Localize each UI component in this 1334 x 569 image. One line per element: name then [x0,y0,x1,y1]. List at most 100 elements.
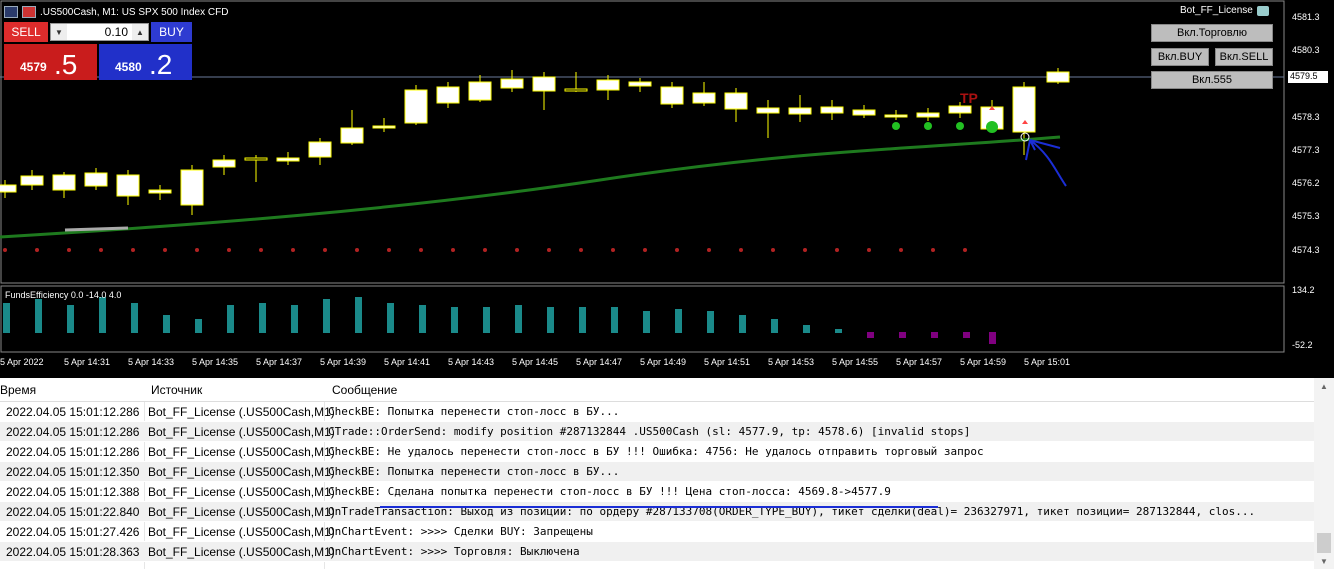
enable-555-button[interactable]: Вкл.555 [1151,71,1273,89]
candle-body [372,125,396,129]
time-tick-label: 5 Apr 14:43 [448,357,495,367]
moving-average-line [0,135,1061,239]
candle-body [596,79,620,91]
subwindow-tick-label: -52.2 [1292,340,1313,350]
buy-button[interactable]: BUY [151,22,192,42]
chart-menu-icon[interactable] [4,6,18,18]
signal-dot [707,248,711,252]
row-source: Bot_FF_License (.US500Cash,M1) [148,545,335,559]
journal-row[interactable]: 2022.04.05 15:01:27.426 Bot_FF_License (.… [0,522,1314,542]
one-click-trading-icon[interactable] [22,6,36,18]
journal-row[interactable]: 2022.04.05 15:01:28.363 Bot_FF_License (.… [0,542,1314,562]
signal-dot [227,248,231,252]
signal-dot [131,248,135,252]
row-source: Bot_FF_License (.US500Cash,M1) [148,425,335,439]
journal-scrollbar[interactable]: ▲ ▼ [1314,378,1334,569]
journal-row[interactable]: 2022.04.05 15:01:12.350 Bot_FF_License (.… [0,462,1314,482]
journal-row[interactable]: 2022.04.05 15:01:12.388 Bot_FF_License (.… [0,482,1314,502]
signal-green-dot [924,122,932,130]
row-time: 2022.04.05 15:01:12.286 [6,425,140,439]
signal-green-dot [892,122,900,130]
candle-body [500,78,524,89]
column-header-source[interactable]: Источник [151,383,202,397]
price-chart[interactable]: TP .US500Cash, M1: US SPX 500 Index CFD … [0,0,1334,372]
signal-dot [35,248,39,252]
expert-name[interactable]: Bot_FF_License [1180,5,1269,16]
candle-body [436,86,460,104]
signal-dot [259,248,263,252]
journal-panel: Время Источник Сообщение 2022.04.05 15:0… [0,378,1334,569]
journal-row[interactable]: 2022.04.05 15:01:12.286 Bot_FF_License (.… [0,442,1314,462]
signal-dot [675,248,679,252]
expert-name-label: Bot_FF_License [1180,5,1253,16]
row-time: 2022.04.05 15:01:27.426 [6,525,140,539]
sell-price-button[interactable]: 4579 .5 [4,44,97,80]
journal-row[interactable]: 2022.04.05 15:01:12.286 Bot_FF_License (.… [0,422,1314,442]
scroll-down-icon[interactable]: ▼ [1314,553,1334,569]
journal-row[interactable]: 2022.04.05 15:01:12.286 Bot_FF_License (.… [0,402,1314,422]
column-header-time[interactable]: Время [0,383,36,397]
sell-price-big: .5 [54,49,78,80]
candle-body [788,107,812,115]
time-tick-label: 5 Apr 14:31 [64,357,111,367]
candle-body [340,127,364,144]
row-message: OnChartEvent: >>>> Торговля: Выключена [328,545,580,558]
row-time: 2022.04.05 15:01:12.350 [6,465,140,479]
price-tick-label: 4577.3 [1292,145,1320,155]
histogram-bar [451,307,458,333]
histogram-bar [931,332,938,338]
journal-rows: 2022.04.05 15:01:12.286 Bot_FF_License (.… [0,402,1314,562]
candle-body [532,76,556,92]
histogram-bar [803,325,810,333]
one-click-trade-panel: SELL ▼ 0.10 ▲ BUY 4579 .5 4580 .2 [4,22,192,80]
histogram-bar [547,307,554,333]
lot-decrease-icon[interactable]: ▼ [51,24,67,40]
candle-body [468,81,492,101]
scroll-thumb[interactable] [1317,533,1331,553]
row-source: Bot_FF_License (.US500Cash,M1) [148,465,335,479]
symbol-title: .US500Cash, M1: US SPX 500 Index CFD [40,6,229,18]
histogram-bar [195,319,202,333]
graduation-cap-icon [1256,5,1269,16]
candle-body [692,92,716,104]
candle-body [0,184,17,193]
candle-body [852,109,876,116]
journal-row[interactable]: 2022.04.05 15:01:22.840 Bot_FF_License (.… [0,502,1314,522]
candle-body [884,114,908,118]
candle-body [244,157,268,161]
signal-dot [579,248,583,252]
signal-dot [771,248,775,252]
time-tick-label: 5 Apr 14:53 [768,357,815,367]
column-header-message[interactable]: Сообщение [332,383,397,397]
signal-dot [739,248,743,252]
price-tick-label: 4581.3 [1292,12,1320,22]
time-tick-label: 5 Apr 14:37 [256,357,303,367]
enable-trading-button[interactable]: Вкл.Торговлю [1151,24,1273,42]
row-message: CheckBE: Сделана попытка перенести стоп-… [328,485,891,498]
chart-canvas[interactable]: TP [0,0,1334,372]
candle-body [180,169,204,206]
buy-price-button[interactable]: 4580 .2 [99,44,192,80]
signal-green-dot [956,122,964,130]
subwindow-border [0,285,1285,353]
price-axis[interactable]: 4581.3 4580.3 4578.3 4577.3 4576.2 4575.3 4574… [1286,0,1334,372]
sell-button[interactable]: SELL [4,22,48,42]
signal-dot [867,248,871,252]
enable-buy-button[interactable]: Вкл.BUY [1151,48,1209,66]
row-time: 2022.04.05 15:01:12.286 [6,405,140,419]
candle-body [916,112,940,118]
signal-dot [483,248,487,252]
signal-dot [643,248,647,252]
scroll-up-icon[interactable]: ▲ [1314,378,1334,394]
time-tick-label: 5 Apr 14:33 [128,357,175,367]
buy-price-big: .2 [149,49,173,80]
time-tick-label: 5 Apr 2022 [0,357,44,367]
lot-volume-input[interactable]: ▼ 0.10 ▲ [50,23,149,41]
subwindow-tick-label: 134.2 [1292,285,1315,295]
histogram-bar [387,303,394,333]
histogram-bar [515,305,522,333]
enable-sell-button[interactable]: Вкл.SELL [1215,48,1273,66]
lot-increase-icon[interactable]: ▲ [132,24,148,40]
time-tick-label: 5 Apr 14:45 [512,357,559,367]
candle-body [84,172,108,187]
